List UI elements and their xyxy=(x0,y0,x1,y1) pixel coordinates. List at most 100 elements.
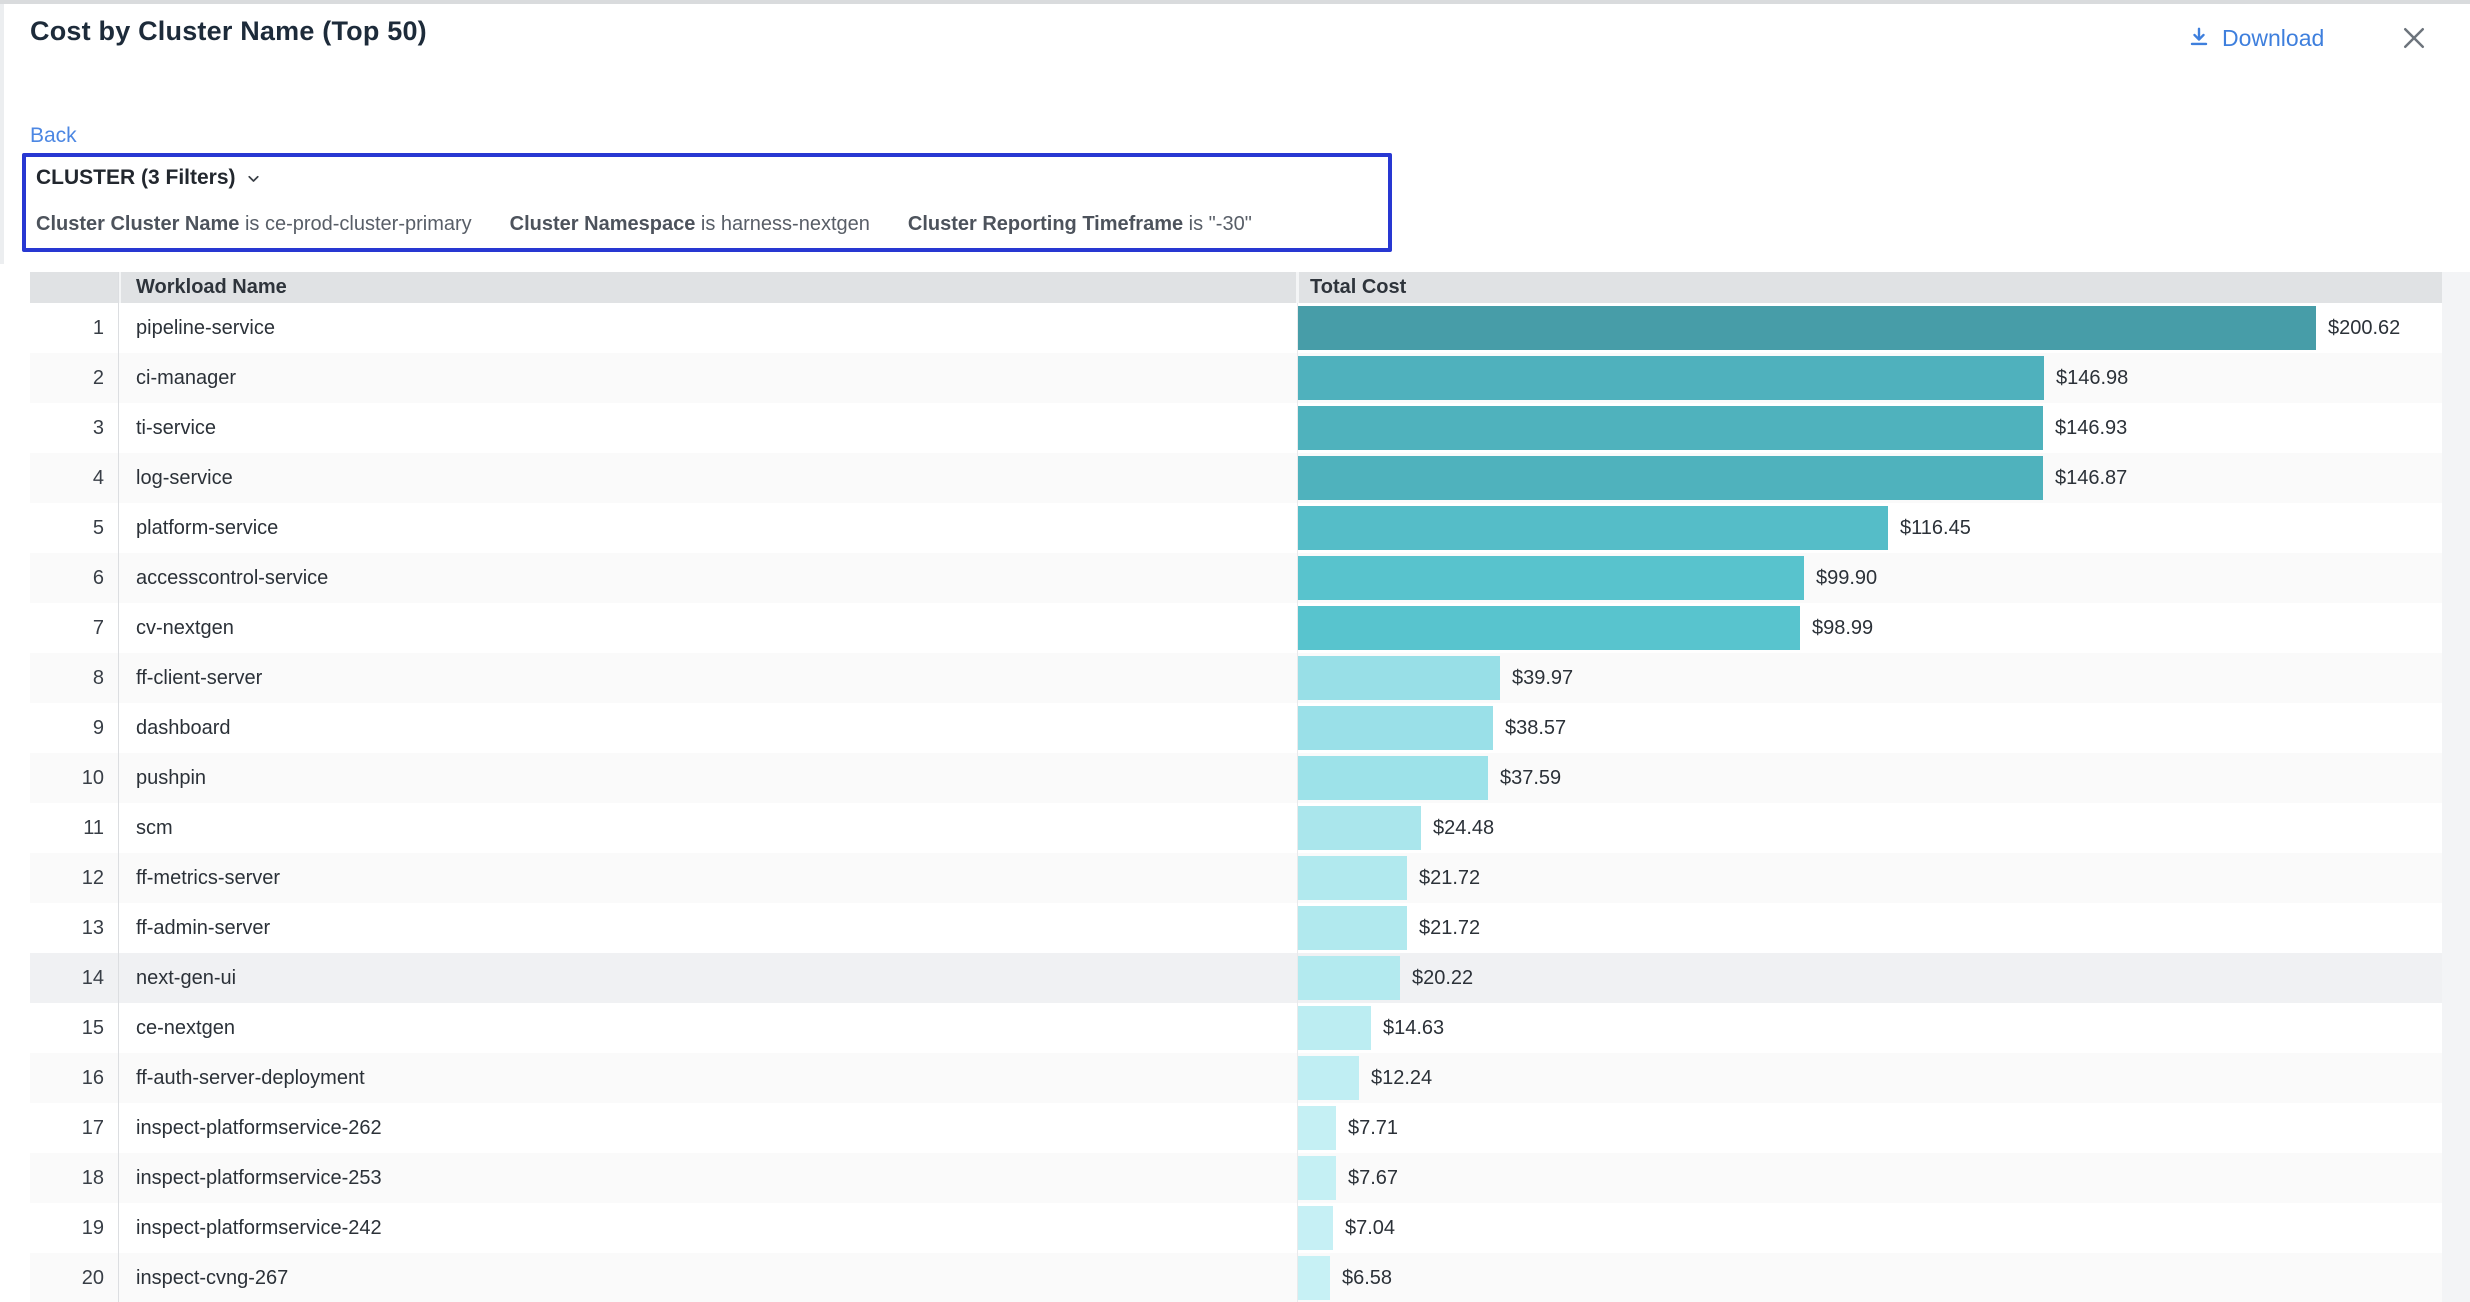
cost-bar[interactable] xyxy=(1297,506,1888,550)
table-row[interactable]: 5 platform-service $116.45 xyxy=(30,503,2442,553)
table-row[interactable]: 3 ti-service $146.93 xyxy=(30,403,2442,453)
cost-bar[interactable] xyxy=(1297,1006,1371,1050)
workload-name-cell: platform-service xyxy=(136,503,278,553)
table-row[interactable]: 18 inspect-platformservice-253 $7.67 xyxy=(30,1153,2442,1203)
workload-name-cell: next-gen-ui xyxy=(136,953,236,1003)
chevron-down-icon xyxy=(245,170,262,187)
back-link[interactable]: Back xyxy=(30,124,77,148)
table-row[interactable]: 11 scm $24.48 xyxy=(30,803,2442,853)
cost-bar[interactable] xyxy=(1297,356,2044,400)
cost-value-label: $146.98 xyxy=(2056,353,2128,403)
download-icon xyxy=(2186,25,2212,51)
panel-top-edge xyxy=(0,0,2470,4)
cost-bar[interactable] xyxy=(1297,1206,1333,1250)
workload-name-cell: ti-service xyxy=(136,403,216,453)
table-row[interactable]: 4 log-service $146.87 xyxy=(30,453,2442,503)
table-row[interactable]: 17 inspect-platformservice-262 $7.71 xyxy=(30,1103,2442,1153)
table-row[interactable]: 12 ff-metrics-server $21.72 xyxy=(30,853,2442,903)
cost-bar[interactable] xyxy=(1297,756,1488,800)
filter-item[interactable]: Cluster Reporting Timeframe is "-30" xyxy=(908,213,1252,236)
workload-name-cell: inspect-platformservice-262 xyxy=(136,1103,382,1153)
scrollbar-gutter[interactable] xyxy=(2442,272,2470,1302)
table-row[interactable]: 7 cv-nextgen $98.99 xyxy=(30,603,2442,653)
table-row[interactable]: 14 next-gen-ui $20.22 xyxy=(30,953,2442,1003)
filter-summary-toggle[interactable]: CLUSTER (3 Filters) xyxy=(36,166,262,190)
workload-name-cell: inspect-cvng-267 xyxy=(136,1253,288,1302)
table-row[interactable]: 13 ff-admin-server $21.72 xyxy=(30,903,2442,953)
workload-name-cell: ff-client-server xyxy=(136,653,262,703)
cost-value-label: $37.59 xyxy=(1500,753,1561,803)
download-button[interactable]: Download xyxy=(2186,20,2324,56)
filter-section: CLUSTER (3 Filters) Cluster Cluster Name… xyxy=(22,153,1392,252)
cost-bar[interactable] xyxy=(1297,306,2316,350)
download-label: Download xyxy=(2222,25,2324,52)
row-rank: 5 xyxy=(30,503,104,553)
table-row[interactable]: 2 ci-manager $146.98 xyxy=(30,353,2442,403)
cost-value-label: $7.04 xyxy=(1345,1203,1395,1253)
workload-name-cell: log-service xyxy=(136,453,233,503)
cost-bar[interactable] xyxy=(1297,406,2043,450)
table-row[interactable]: 9 dashboard $38.57 xyxy=(30,703,2442,753)
cost-bar[interactable] xyxy=(1297,556,1804,600)
column-divider-cost xyxy=(1297,303,1298,1302)
cost-value-label: $38.57 xyxy=(1505,703,1566,753)
close-icon xyxy=(2399,23,2429,53)
table-row[interactable]: 15 ce-nextgen $14.63 xyxy=(30,1003,2442,1053)
cost-bar[interactable] xyxy=(1297,1056,1359,1100)
row-rank: 7 xyxy=(30,603,104,653)
workload-name-cell: ff-auth-server-deployment xyxy=(136,1053,365,1103)
cost-bar[interactable] xyxy=(1297,1256,1330,1300)
workload-name-cell: cv-nextgen xyxy=(136,603,234,653)
cost-bar[interactable] xyxy=(1297,806,1421,850)
row-rank: 9 xyxy=(30,703,104,753)
cost-bar[interactable] xyxy=(1297,1106,1336,1150)
workload-name-cell: ff-admin-server xyxy=(136,903,270,953)
cost-bar[interactable] xyxy=(1297,706,1493,750)
column-header-workload-name[interactable]: Workload Name xyxy=(136,272,287,303)
workload-name-cell: inspect-platformservice-253 xyxy=(136,1153,382,1203)
column-header-total-cost[interactable]: Total Cost xyxy=(1310,272,1406,303)
filter-item-list: Cluster Cluster Name is ce-prod-cluster-… xyxy=(36,213,1252,236)
table-row[interactable]: 8 ff-client-server $39.97 xyxy=(30,653,2442,703)
cost-bar[interactable] xyxy=(1297,856,1407,900)
row-rank: 2 xyxy=(30,353,104,403)
row-rank: 12 xyxy=(30,853,104,903)
table-row[interactable]: 16 ff-auth-server-deployment $12.24 xyxy=(30,1053,2442,1103)
cost-value-label: $20.22 xyxy=(1412,953,1473,1003)
table-row[interactable]: 1 pipeline-service $200.62 xyxy=(30,303,2442,353)
header-divider xyxy=(1296,272,1299,303)
row-rank: 10 xyxy=(30,753,104,803)
workload-name-cell: ci-manager xyxy=(136,353,236,403)
cost-value-label: $6.58 xyxy=(1342,1253,1392,1302)
row-rank: 19 xyxy=(30,1203,104,1253)
workload-name-cell: ce-nextgen xyxy=(136,1003,235,1053)
workload-name-cell: pushpin xyxy=(136,753,206,803)
cost-bar[interactable] xyxy=(1297,906,1407,950)
panel-left-edge xyxy=(0,4,4,264)
cost-value-label: $146.93 xyxy=(2055,403,2127,453)
table-row[interactable]: 10 pushpin $37.59 xyxy=(30,753,2442,803)
row-rank: 13 xyxy=(30,903,104,953)
page-title: Cost by Cluster Name (Top 50) xyxy=(30,16,427,47)
cost-value-label: $12.24 xyxy=(1371,1053,1432,1103)
cost-bar[interactable] xyxy=(1297,456,2043,500)
filter-item[interactable]: Cluster Cluster Name is ce-prod-cluster-… xyxy=(36,213,472,236)
row-rank: 16 xyxy=(30,1053,104,1103)
cost-bar[interactable] xyxy=(1297,956,1400,1000)
table-row[interactable]: 6 accesscontrol-service $99.90 xyxy=(30,553,2442,603)
row-rank: 18 xyxy=(30,1153,104,1203)
workload-name-cell: inspect-platformservice-242 xyxy=(136,1203,382,1253)
row-rank: 17 xyxy=(30,1103,104,1153)
filter-item[interactable]: Cluster Namespace is harness-nextgen xyxy=(510,213,870,236)
workload-name-cell: accesscontrol-service xyxy=(136,553,328,603)
cost-value-label: $21.72 xyxy=(1419,903,1480,953)
cost-value-label: $14.63 xyxy=(1383,1003,1444,1053)
cost-bar[interactable] xyxy=(1297,1156,1336,1200)
cost-value-label: $39.97 xyxy=(1512,653,1573,703)
cost-bar[interactable] xyxy=(1297,606,1800,650)
close-button[interactable] xyxy=(2396,20,2432,56)
cost-bar[interactable] xyxy=(1297,656,1500,700)
table-row[interactable]: 20 inspect-cvng-267 $6.58 xyxy=(30,1253,2442,1302)
workload-name-cell: scm xyxy=(136,803,173,853)
table-row[interactable]: 19 inspect-platformservice-242 $7.04 xyxy=(30,1203,2442,1253)
